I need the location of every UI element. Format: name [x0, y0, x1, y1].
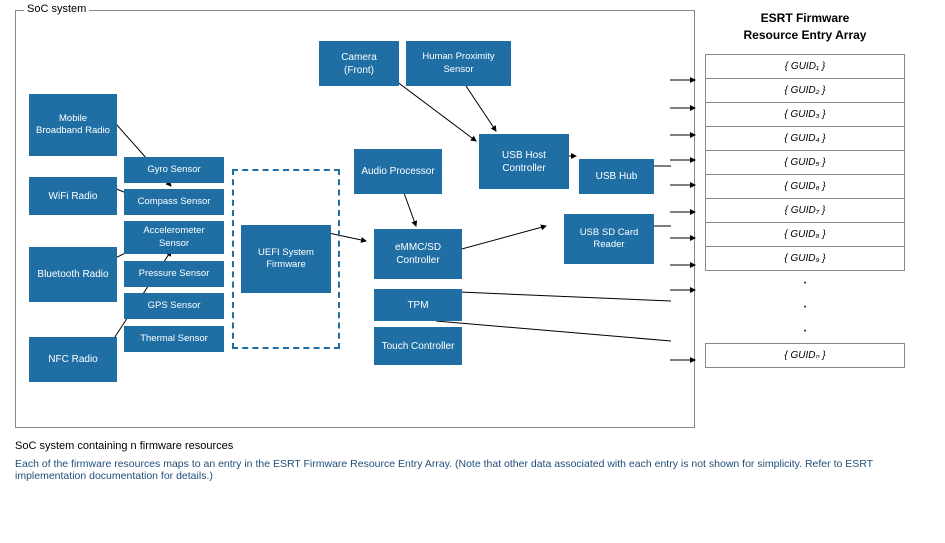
uefi-dashed-box: UEFI System Firmware — [232, 169, 340, 349]
tpm-box: TPM — [374, 289, 462, 321]
guid-row-last: { GUIDₙ } — [706, 343, 905, 367]
gps-box: GPS Sensor — [124, 293, 224, 319]
soc-label: SoC system — [24, 3, 89, 15]
gyro-box: Gyro Sensor — [124, 157, 224, 183]
guid-row: { GUID₁ } — [706, 54, 905, 78]
uefi-box: UEFI System Firmware — [241, 225, 331, 293]
guid-row: { GUID₅ } — [706, 150, 905, 174]
caption2: Each of the firmware resources maps to a… — [15, 458, 930, 482]
guid-row: { GUID₄ } — [706, 126, 905, 150]
guid-row: { GUID₈ } — [706, 222, 905, 246]
mobile-broadband-box: Mobile Broadband Radio — [29, 94, 117, 156]
pressure-box: Pressure Sensor — [124, 261, 224, 287]
human-prox-box: Human Proximity Sensor — [406, 41, 511, 86]
soc-container: SoC system — [15, 10, 695, 428]
usb-hub-box: USB Hub — [579, 159, 654, 194]
touch-box: Touch Controller — [374, 327, 462, 365]
wifi-box: WiFi Radio — [29, 177, 117, 215]
dot-row: · — [706, 295, 905, 319]
esrt-arrows-svg — [670, 30, 700, 390]
caption-area: SoC system containing n firmware resourc… — [15, 440, 930, 482]
soc-wrapper: SoC system — [15, 10, 695, 428]
thermal-box: Thermal Sensor — [124, 326, 224, 352]
caption1: SoC system containing n firmware resourc… — [15, 440, 930, 452]
esrt-panel: ESRT FirmwareResource Entry Array — [705, 10, 905, 368]
audio-box: Audio Processor — [354, 149, 442, 194]
guid-row: { GUID₂ } — [706, 78, 905, 102]
esrt-title: ESRT FirmwareResource Entry Array — [705, 10, 905, 44]
dot-row: · — [706, 319, 905, 344]
diagram-area: SoC system — [15, 10, 930, 428]
accelerometer-box: Accelerometer Sensor — [124, 221, 224, 254]
nfc-box: NFC Radio — [29, 337, 117, 382]
bluetooth-box: Bluetooth Radio — [29, 247, 117, 302]
guid-row: { GUID₉ } — [706, 246, 905, 270]
guid-row: { GUID₃ } — [706, 102, 905, 126]
dot-row: · — [706, 270, 905, 295]
compass-box: Compass Sensor — [124, 189, 224, 215]
guid-table: { GUID₁ }{ GUID₂ }{ GUID₃ }{ GUID₄ }{ GU… — [705, 54, 905, 368]
camera-box: Camera (Front) — [319, 41, 399, 86]
usb-host-box: USB Host Controller — [479, 134, 569, 189]
emmc-box: eMMC/SD Controller — [374, 229, 462, 279]
page: SoC system — [0, 0, 945, 492]
soc-content: Mobile Broadband Radio WiFi Radio Blueto… — [24, 29, 684, 419]
guid-row: { GUID₇ } — [706, 198, 905, 222]
guid-row: { GUID₆ } — [706, 174, 905, 198]
usb-sd-box: USB SD Card Reader — [564, 214, 654, 264]
